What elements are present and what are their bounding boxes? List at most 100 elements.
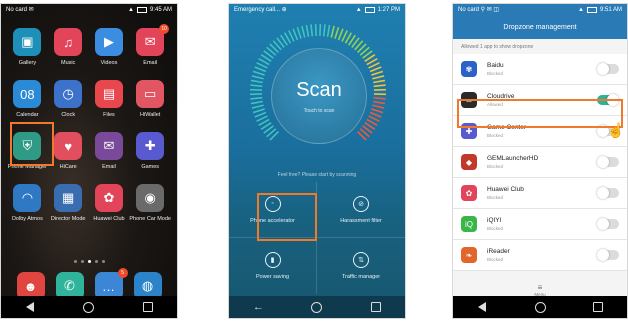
gauge-tick — [373, 79, 386, 84]
gauge-tick — [330, 25, 335, 38]
scan-button[interactable]: Scan Touch to scan — [271, 48, 367, 144]
app-dolby[interactable]: ◠ Dolby Atmos — [7, 184, 48, 222]
gallery-icon: ▣ — [13, 28, 42, 56]
dropzone-toggle[interactable] — [597, 187, 619, 199]
page-title: Dropzone management — [453, 15, 627, 39]
home-icon[interactable] — [82, 300, 96, 314]
app-name: Baidu — [487, 62, 504, 69]
list-item: ✾ Baidu Blocked — [453, 54, 627, 85]
app-director[interactable]: ▦ Director Mode — [48, 184, 89, 222]
home-icon[interactable] — [533, 300, 547, 314]
gauge-tick — [373, 100, 386, 105]
gauge-tick — [254, 66, 267, 73]
huawei-club-icon: ✿ — [461, 185, 477, 201]
app-label: HiWallet — [140, 112, 161, 118]
director-icon: ▦ — [54, 184, 83, 212]
app-status: Blocked — [487, 71, 504, 76]
app-label: Email — [102, 164, 116, 170]
dropzone-toggle[interactable] — [597, 156, 619, 168]
app-clock[interactable]: ◷ Clock — [48, 80, 89, 118]
app-status: Blocked — [487, 133, 504, 138]
app-wallet[interactable]: ▭ HiWallet — [129, 80, 171, 118]
app-text: Baidu Blocked — [487, 62, 597, 76]
gauge-tick — [371, 70, 384, 76]
signal-icon: ▲ — [578, 6, 584, 13]
email-app-icon: ✉ — [94, 132, 123, 160]
app-label: Music — [61, 60, 76, 66]
gauge-tick — [369, 66, 382, 73]
back-icon[interactable]: ← — [251, 300, 265, 314]
gauge-tick — [369, 111, 382, 118]
music-icon: ♫ — [54, 28, 83, 56]
cloudrive-highlight — [457, 99, 623, 128]
app-files[interactable]: ▤ Files — [89, 80, 130, 118]
status-time: 9:51 AM — [599, 6, 622, 13]
gemlauncher-icon: ◆ — [461, 154, 477, 170]
dropzone-toggle[interactable] — [597, 63, 619, 75]
battery-icon — [586, 6, 597, 13]
app-label: Email — [143, 60, 158, 66]
back-icon[interactable] — [475, 300, 489, 314]
clock-icon: ◷ — [54, 80, 83, 108]
back-icon[interactable] — [23, 300, 37, 314]
wallet-icon: ▭ — [136, 80, 165, 108]
videos-icon: ▶ — [94, 28, 123, 56]
gauge-tick — [301, 25, 306, 38]
app-name: GEMLauncherHD — [487, 155, 539, 162]
nav-bar — [1, 296, 177, 318]
dropzone-toggle[interactable] — [597, 249, 619, 261]
gauge-tick — [372, 75, 385, 80]
home-screen: No card ✉ ▲ 9:45 AM ▣ Gallery ♫ Music ▶ Videos… — [0, 3, 178, 319]
app-label: HiCare — [59, 164, 77, 170]
tool-traffic[interactable]: ⇅ Traffic manager — [317, 238, 405, 294]
app-music[interactable]: ♫ Music — [48, 28, 89, 66]
car-mode-icon: ◉ — [136, 184, 165, 212]
gauge-tick — [252, 70, 265, 76]
app-car-mode[interactable]: ◉ Phone Car Mode — [129, 184, 171, 222]
phone-manager-screen: Emergency call... ⊕ ▲ 1:27 PM Scan Touch … — [228, 3, 406, 319]
recents-icon[interactable] — [591, 300, 605, 314]
app-name: Huawei Club — [487, 186, 524, 193]
home-icon[interactable] — [310, 300, 324, 314]
tool-grid: ◦ Phone accelerator ⊘ Harassment filter ▮ Pow… — [229, 182, 405, 294]
app-glyph: ✉ — [144, 34, 156, 49]
status-left: Emergency call... ⊕ — [234, 7, 287, 13]
recents-icon[interactable] — [141, 300, 155, 314]
gauge-tick — [250, 96, 263, 100]
gauge-tick — [250, 100, 263, 105]
app-calendar[interactable]: 08 Calendar — [7, 80, 48, 118]
scan-hint: Feel free? Please start by scanning — [277, 172, 357, 178]
hand-pointer-icon: ☝ — [607, 122, 625, 138]
huawei-club-icon: ✿ — [94, 184, 123, 212]
gauge-tick — [250, 79, 263, 84]
tool-label: Traffic manager — [341, 274, 381, 280]
app-email[interactable]: ✉ 10 Email — [129, 24, 171, 66]
app-videos[interactable]: ▶ Videos — [89, 28, 130, 66]
gauge-tick — [252, 108, 265, 114]
app-huawei-club[interactable]: ✿ Huawei Club — [89, 184, 130, 222]
app-text: iQIYI Blocked — [487, 217, 597, 231]
app-email-app[interactable]: ✉ Email — [89, 132, 130, 170]
dock-glyph: ☻ — [23, 278, 38, 294]
gauge-tick — [254, 111, 267, 118]
tool-label: Harassment filter — [340, 217, 382, 224]
gauge-tick — [372, 104, 385, 109]
status-left: No card ⚲ ✉ ◫ — [458, 7, 500, 13]
list-item: ✿ Huawei Club Blocked — [453, 178, 627, 209]
hicare-icon: ♥ — [54, 132, 83, 160]
scan-sublabel: Touch to scan — [303, 107, 335, 114]
app-gallery[interactable]: ▣ Gallery — [7, 28, 48, 66]
iqiyi-icon: iQ — [461, 216, 477, 232]
signal-icon: ▲ — [128, 6, 134, 13]
app-games[interactable]: ✚ Games — [129, 132, 171, 170]
gauge-tick — [371, 108, 384, 114]
tool-battery[interactable]: ▮ Power saving — [229, 238, 317, 294]
phone-manager-highlight — [10, 122, 54, 166]
gauge-tick — [337, 28, 344, 41]
recents-icon[interactable] — [369, 300, 383, 314]
tool-harassment-filter[interactable]: ⊘ Harassment filter — [317, 182, 405, 238]
app-label: Dolby Atmos — [11, 216, 43, 222]
dropzone-toggle[interactable] — [597, 218, 619, 230]
dock-glyph: ◍ — [141, 278, 154, 293]
status-time: 9:45 AM — [149, 6, 172, 13]
